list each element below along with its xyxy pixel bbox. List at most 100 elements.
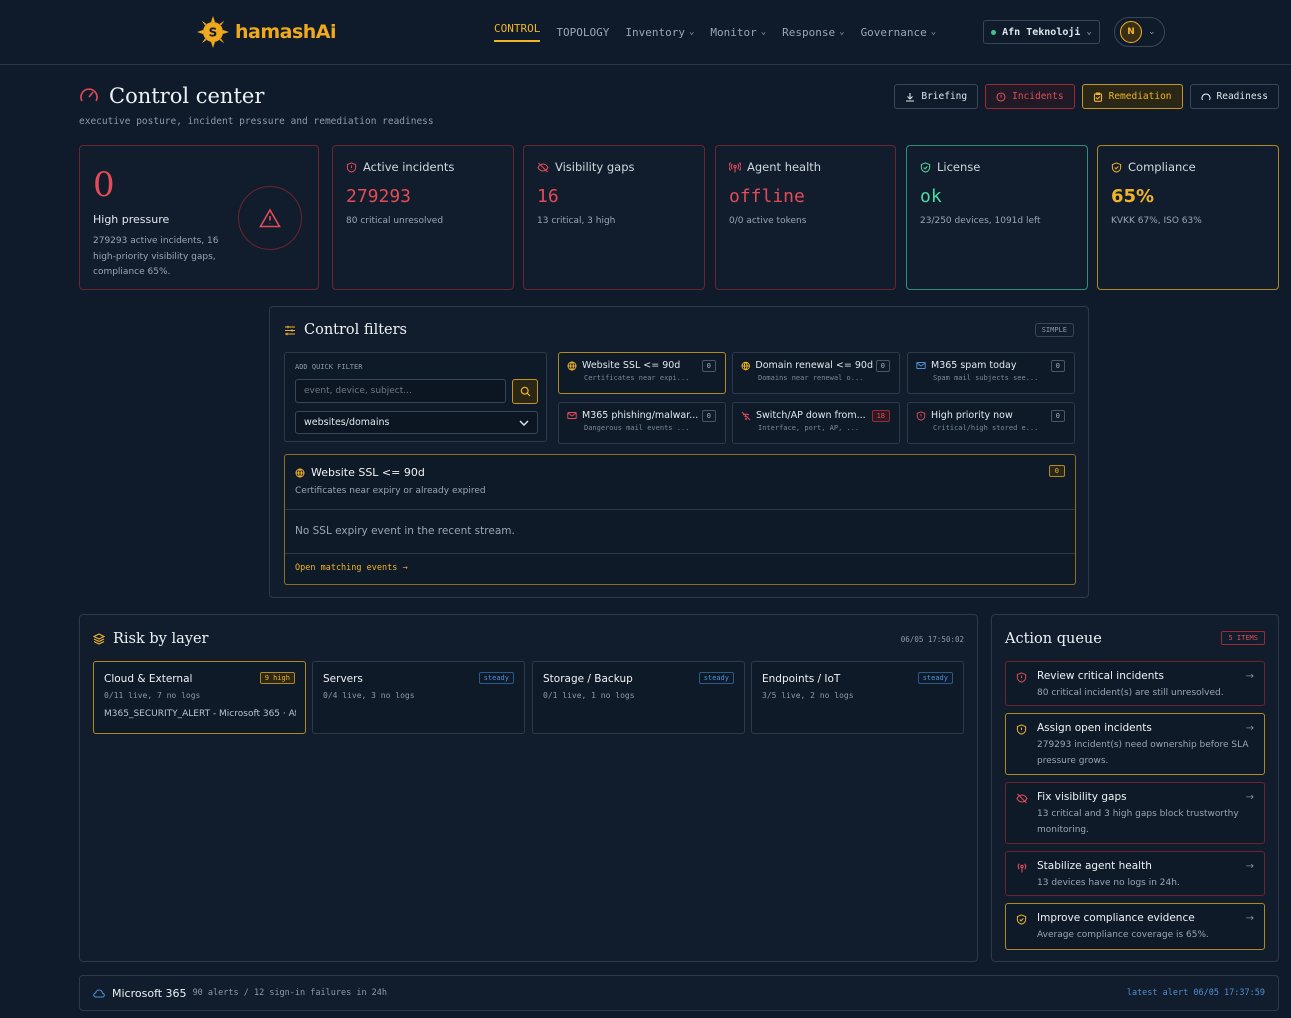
risk-timestamp: 06/05 17:50:02 xyxy=(900,635,964,644)
eye-off-icon xyxy=(1016,793,1028,804)
org-name: Afn Teknoloji xyxy=(1002,26,1081,38)
layer-storage-backup[interactable]: Storage / Backup 0/1 live, 1 no logs ste… xyxy=(532,661,745,734)
visibility-gaps-card[interactable]: Visibility gaps 16 13 critical, 3 high xyxy=(523,145,705,290)
briefing-button[interactable]: Briefing xyxy=(894,84,979,109)
nav-governance[interactable]: Governance ⌄ xyxy=(861,22,937,42)
action-queue-panel: Action queue 5 ITEMS Review critical inc… xyxy=(991,614,1279,962)
risk-title: Risk by layer xyxy=(113,631,209,647)
agent-health-card[interactable]: Agent health offline 0/0 active tokens xyxy=(715,145,896,290)
chip-priority-sub: Critical/high stored e... xyxy=(933,424,1039,432)
chip-domain-title: Domain renewal <= 90d xyxy=(755,360,873,371)
m365-status-bar[interactable]: Microsoft 365 90 alerts / 12 sign-in fai… xyxy=(79,975,1279,1011)
nav-monitor[interactable]: Monitor ⌄ xyxy=(710,22,766,42)
queue-item-fix-gaps[interactable]: Fix visibility gaps 13 critical and 3 hi… xyxy=(1005,782,1265,844)
queue-assign-title: Assign open incidents xyxy=(1037,722,1152,734)
queue-agent-desc: 13 devices have no logs in 24h. xyxy=(1037,878,1180,888)
gaps-sub: 13 critical, 3 high xyxy=(537,216,616,226)
eye-off-icon xyxy=(537,162,549,172)
filter-chip-phishing[interactable]: M365 phishing/malwar... Dangerous mail e… xyxy=(558,402,726,444)
layer-servers[interactable]: Servers 0/4 live, 3 no logs steady xyxy=(312,661,525,734)
license-sub: 23/250 devices, 1091d left xyxy=(920,216,1041,226)
sliders-icon xyxy=(285,325,295,335)
chip-domain-count: 0 xyxy=(875,360,890,372)
nav-response[interactable]: Response ⌄ xyxy=(782,22,844,42)
status-dot-icon xyxy=(991,29,997,35)
queue-review-title: Review critical incidents xyxy=(1037,670,1164,682)
readiness-label: Readiness xyxy=(1216,91,1268,102)
radio-tower-icon xyxy=(729,161,741,172)
nav-inventory-label: Inventory xyxy=(625,25,685,39)
layer-servers-badge: steady xyxy=(478,672,514,684)
shield-alert-icon xyxy=(346,161,357,173)
queue-item-review-incidents[interactable]: Review critical incidents 80 critical in… xyxy=(1005,661,1265,706)
incidents-button[interactable]: Incidents xyxy=(985,84,1075,109)
queue-item-assign-incidents[interactable]: Assign open incidents 279293 incident(s)… xyxy=(1005,713,1265,775)
m365-latest-alert: latest alert 06/05 17:37:59 xyxy=(1126,988,1265,998)
chip-phishing-sub: Dangerous mail events ... xyxy=(584,424,690,432)
filters-header: Control filters xyxy=(284,322,407,338)
queue-agent-title: Stabilize agent health xyxy=(1037,860,1152,872)
nav-inventory[interactable]: Inventory ⌄ xyxy=(625,22,694,42)
layer-cloud-latest: M365_SECURITY_ALERT - Microsoft 365 · Af… xyxy=(104,709,296,719)
compliance-card[interactable]: Compliance 65% KVKK 67%, ISO 63% xyxy=(1097,145,1279,290)
quick-filter-input[interactable]: event, device, subject... xyxy=(295,379,506,403)
gauge-icon xyxy=(80,88,98,102)
detail-title: Website SSL <= 90d xyxy=(311,466,425,479)
readiness-button[interactable]: Readiness xyxy=(1189,84,1279,109)
queue-compliance-desc: Average compliance coverage is 65%. xyxy=(1037,930,1209,940)
chip-priority-title: High priority now xyxy=(931,410,1013,421)
main-nav: CONTROL TOPOLOGY Inventory ⌄ Monitor ⌄ Res… xyxy=(494,22,952,42)
shield-check-icon xyxy=(1111,161,1122,173)
quick-filter-search-button[interactable] xyxy=(512,379,538,404)
brand-logo[interactable]: S hamashAi xyxy=(195,14,337,50)
chip-ssl-title: Website SSL <= 90d xyxy=(582,360,681,371)
arrow-right-icon: → xyxy=(1245,861,1254,872)
globe-icon xyxy=(741,361,750,370)
queue-item-agent-health[interactable]: Stabilize agent health 13 devices have n… xyxy=(1005,851,1265,896)
filter-chip-spam[interactable]: M365 spam today Spam mail subjects see..… xyxy=(907,352,1075,394)
active-incidents-card[interactable]: Active incidents 279293 80 critical unre… xyxy=(332,145,514,290)
remediation-button[interactable]: Remediation xyxy=(1081,84,1183,109)
chip-priority-count: 0 xyxy=(1050,410,1065,422)
filter-chip-priority[interactable]: High priority now Critical/high stored e… xyxy=(907,402,1075,444)
license-title: License xyxy=(937,160,981,174)
pressure-card[interactable]: 0 High pressure 279293 active incidents,… xyxy=(79,145,319,290)
download-icon xyxy=(906,92,915,102)
quick-filter-box: ADD QUICK FILTER event, device, subject.… xyxy=(284,352,547,442)
layer-endpoints-iot[interactable]: Endpoints / IoT 3/5 live, 2 no logs stea… xyxy=(751,661,964,734)
m365-title: Microsoft 365 xyxy=(112,986,187,1000)
incidents-label: Incidents xyxy=(1012,91,1064,102)
quick-filter-select[interactable]: websites/domains xyxy=(295,411,538,434)
detail-count: 0 xyxy=(1048,465,1065,477)
nav-control[interactable]: CONTROL xyxy=(494,22,541,42)
wifi-off-icon xyxy=(741,411,751,420)
risk-by-layer-panel: Risk by layer 06/05 17:50:02 Cloud & Ext… xyxy=(79,614,978,962)
user-menu[interactable]: N ⌄ xyxy=(1114,17,1165,47)
header-actions: Briefing Incidents Remediation Readiness xyxy=(894,84,1279,109)
globe-icon xyxy=(567,361,577,371)
chevron-down-icon: ⌄ xyxy=(930,27,937,37)
queue-assign-desc: 279293 incident(s) need ownership before… xyxy=(1037,740,1249,766)
filter-chip-domain[interactable]: Domain renewal <= 90d Domains near renew… xyxy=(732,352,900,394)
license-card[interactable]: License ok 23/250 devices, 1091d left xyxy=(906,145,1088,290)
top-bar: S hamashAi CONTROL TOPOLOGY Inventory ⌄ M… xyxy=(0,0,1291,65)
mode-toggle[interactable]: SIMPLE xyxy=(1034,323,1074,337)
incidents-title: Active incidents xyxy=(363,160,455,174)
filter-chip-switch[interactable]: Switch/AP down from... Interface, port, … xyxy=(732,402,900,444)
detail-empty-state: No SSL expiry event in the recent stream… xyxy=(285,510,1075,554)
layer-cloud-external[interactable]: Cloud & External 0/11 live, 7 no logs M3… xyxy=(93,661,306,734)
shield-check-icon xyxy=(920,161,931,173)
open-matching-events-link[interactable]: Open matching events → xyxy=(285,554,1075,582)
queue-gaps-title: Fix visibility gaps xyxy=(1037,791,1127,803)
arrow-right-icon: → xyxy=(1245,723,1254,734)
layer-endpoints-badge: steady xyxy=(917,672,953,684)
layer-cloud-badge: 9 high xyxy=(259,672,295,684)
control-filters-panel: Control filters SIMPLE ADD QUICK FILTER … xyxy=(269,306,1089,598)
sun-logo-icon: S xyxy=(197,16,229,48)
shield-check-icon xyxy=(1016,914,1027,925)
filter-chip-ssl[interactable]: Website SSL <= 90d Certificates near exp… xyxy=(558,352,726,394)
queue-item-compliance[interactable]: Improve compliance evidence Average comp… xyxy=(1005,903,1265,950)
org-switcher[interactable]: Afn Teknoloji ⌄ xyxy=(983,20,1100,44)
nav-topology[interactable]: TOPOLOGY xyxy=(556,22,609,42)
page-title: Control center xyxy=(109,84,265,108)
